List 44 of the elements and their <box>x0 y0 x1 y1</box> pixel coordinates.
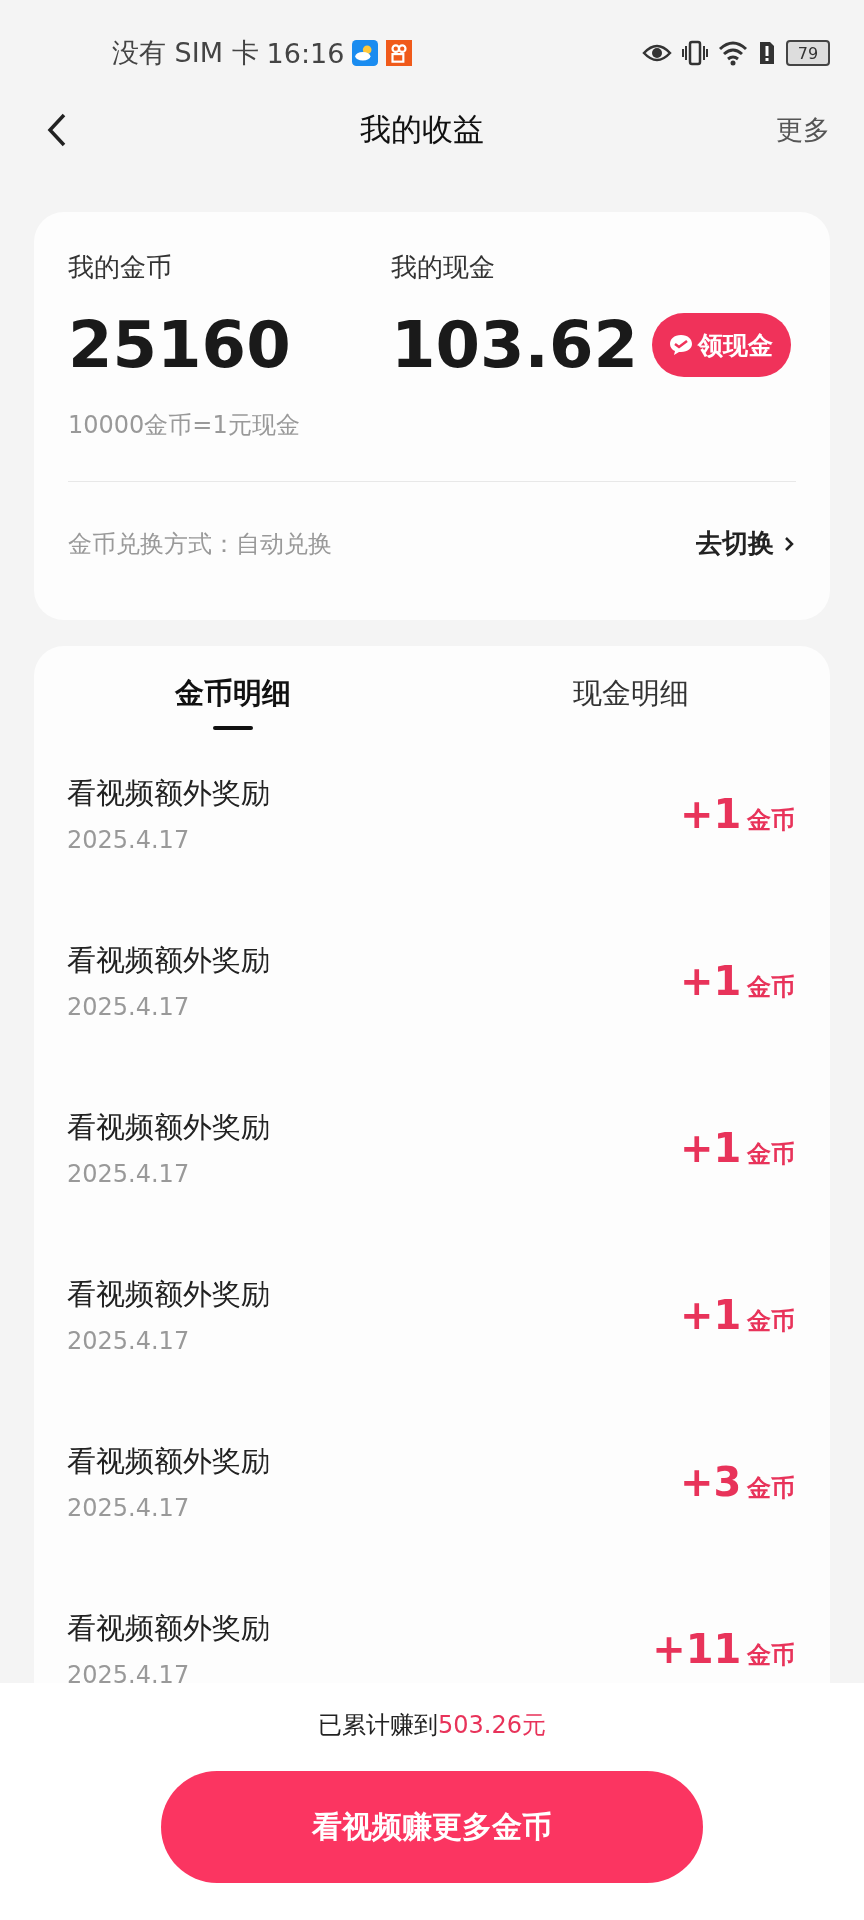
alert-icon <box>758 40 776 66</box>
rate-note: 10000金币=1元现金 <box>68 410 301 441</box>
carrier-text: 没有 SIM 卡 <box>112 36 259 70</box>
record-date: 2025.4.17 <box>67 1660 191 1689</box>
chevron-right-icon <box>782 534 796 553</box>
battery-icon: 79 <box>786 40 830 66</box>
record-date: 2025.4.17 <box>67 992 191 1021</box>
clock-time: 16:16 <box>266 37 345 69</box>
switch-link[interactable]: 去切换 <box>696 526 796 561</box>
record-title: 看视频额外奖励 <box>67 1609 270 1647</box>
record-amount: +1 金币 <box>680 1291 795 1338</box>
video-app-icon <box>386 40 413 66</box>
page-title: 我的收益 <box>360 110 484 149</box>
exchange-mode-text: 金币兑换方式：自动兑换 <box>68 528 332 560</box>
withdraw-button[interactable]: 领现金 <box>651 313 791 377</box>
record-date: 2025.4.17 <box>67 825 191 854</box>
wifi-icon <box>718 40 748 66</box>
coins-label: 我的金币 <box>68 251 173 284</box>
record-title: 看视频额外奖励 <box>67 774 270 812</box>
cash-value: 103.62 <box>391 307 638 384</box>
record-amount: +3 金币 <box>680 1458 795 1505</box>
weather-app-icon <box>352 40 379 66</box>
record-title: 看视频额外奖励 <box>67 1275 270 1313</box>
record-title: 看视频额外奖励 <box>67 1108 270 1146</box>
chat-check-icon <box>667 333 694 357</box>
record-date: 2025.4.17 <box>67 1326 191 1355</box>
watch-video-button[interactable]: 看视频赚更多金币 <box>161 1771 703 1883</box>
record-date: 2025.4.17 <box>67 1159 191 1188</box>
back-icon[interactable] <box>46 112 68 148</box>
record-amount: +11 金币 <box>652 1625 795 1672</box>
eye-icon <box>642 43 672 63</box>
coins-value: 25160 <box>68 307 292 384</box>
record-title: 看视频额外奖励 <box>67 941 270 979</box>
tab[interactable]: 金币明细 <box>34 646 432 730</box>
record-title: 看视频额外奖励 <box>67 1442 270 1480</box>
record-amount: +1 金币 <box>680 957 795 1004</box>
record-date: 2025.4.17 <box>67 1493 191 1522</box>
tab[interactable]: 现金明细 <box>432 646 830 730</box>
total-earned-text: 已累计赚到503.26元 <box>318 1710 546 1741</box>
more-link[interactable]: 更多 <box>776 112 830 148</box>
record-amount: +1 金币 <box>680 1124 795 1171</box>
record-amount: +1 金币 <box>680 790 795 837</box>
cash-label: 我的现金 <box>391 251 496 284</box>
vibrate-icon <box>682 40 708 66</box>
